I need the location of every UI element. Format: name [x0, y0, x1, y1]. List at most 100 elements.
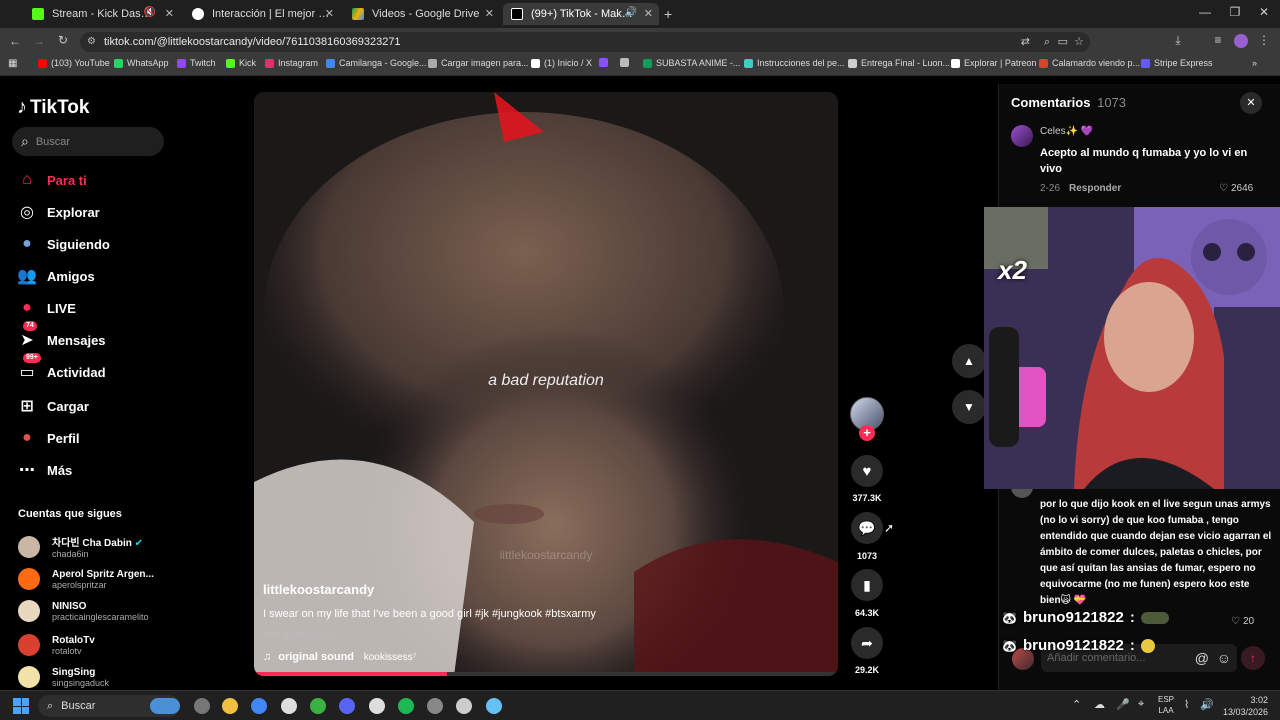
following-account[interactable]: SingSing singsingaduck — [18, 666, 109, 688]
download-icon[interactable]: ⤓ — [1170, 33, 1186, 48]
bookmark-item[interactable]: Explorar | Patreon — [951, 58, 1036, 68]
zoom-icon[interactable]: ⌕ — [1044, 32, 1050, 52]
audio-playing-icon[interactable]: 🔊 — [625, 7, 637, 18]
tray-overflow-icon[interactable]: ⌃ — [1072, 698, 1081, 711]
previous-video-button[interactable]: ▲ — [952, 344, 986, 378]
reload-icon[interactable]: ↻ — [56, 33, 70, 47]
forward-icon[interactable]: → — [32, 34, 46, 48]
search-input[interactable]: ⌕ Buscar — [12, 127, 164, 156]
comment-like[interactable]: ♡ 2646 — [1219, 183, 1253, 194]
reading-list-icon[interactable]: ≡ — [1210, 33, 1226, 47]
video-caption[interactable]: I swear on my life that I've been a good… — [263, 608, 823, 620]
nav-item-live[interactable]: ● LIVE — [17, 298, 76, 318]
post-comment-button[interactable]: ↑ — [1241, 646, 1265, 670]
nav-item-más[interactable]: ⋯ Más — [17, 460, 72, 480]
tab-close-icon[interactable]: ✕ — [644, 7, 653, 20]
chrome-icon[interactable] — [251, 698, 267, 714]
system-clock[interactable]: 3:02 13/03/2026 — [1222, 694, 1268, 718]
bookmark-item[interactable]: Entrega Final - Luon... — [848, 58, 950, 68]
translate-icon[interactable]: ⇄ — [1021, 32, 1030, 52]
settings-icon[interactable] — [194, 698, 210, 714]
video-author[interactable]: littlekoostarcandy — [263, 582, 374, 597]
obs-icon[interactable] — [281, 698, 297, 714]
windows-start-icon[interactable] — [13, 698, 29, 714]
tab-tiktok[interactable]: (99+) TikTok - Make Your Da 🔊 ✕ — [503, 3, 659, 25]
nav-item-perfil[interactable]: ● Perfil — [17, 428, 79, 448]
profile-avatar-icon[interactable] — [1234, 34, 1248, 48]
following-account[interactable]: 차다빈 Cha Dabin ✔ chada6in — [18, 534, 143, 559]
bookmark-item[interactable]: Twitch — [177, 58, 216, 68]
following-account[interactable]: RotaloTv rotalotv — [18, 634, 95, 656]
volume-icon[interactable]: 🔊 — [1200, 698, 1214, 711]
tab-close-icon[interactable]: ✕ — [325, 7, 334, 20]
reply-link[interactable]: Responder — [1069, 183, 1121, 194]
bookmark-item[interactable]: Stripe Express — [1141, 58, 1213, 68]
cast-icon[interactable]: ▭ — [1058, 32, 1068, 52]
tab-close-icon[interactable]: ✕ — [485, 7, 494, 20]
steam-icon[interactable] — [486, 698, 502, 714]
commenter-avatar[interactable] — [1011, 125, 1033, 147]
bookmark-item[interactable] — [620, 58, 633, 67]
discord-icon[interactable] — [339, 698, 355, 714]
weather-icon[interactable] — [150, 698, 180, 714]
following-account[interactable]: NINISO practicainglescaramelito — [18, 600, 149, 622]
save-button[interactable]: ▮ — [851, 569, 883, 601]
nav-item-actividad[interactable]: ▭ Actividad 99+ — [17, 353, 106, 382]
sound-link[interactable]: ♫ original sound - kookissess⁷ — [263, 651, 416, 663]
nav-item-para-ti[interactable]: ⌂ Para ti — [17, 170, 87, 190]
translate-link[interactable]: Ver traducción — [263, 629, 333, 641]
next-video-button[interactable]: ▼ — [952, 390, 986, 424]
new-tab-button[interactable]: + — [664, 6, 672, 22]
bookmark-star-icon[interactable]: ☆ — [1074, 32, 1084, 52]
bookmark-item[interactable] — [599, 58, 612, 67]
microphone-icon[interactable]: 🎤 — [1116, 698, 1130, 711]
tab-close-icon[interactable]: ✕ — [165, 7, 174, 20]
comment-button[interactable]: 💬 — [851, 512, 883, 544]
minimize-button[interactable]: — — [1197, 5, 1213, 19]
progress-track[interactable] — [254, 672, 838, 676]
nav-item-siguiendo[interactable]: ● Siguiendo — [17, 234, 110, 254]
site-info-icon[interactable]: ⚙ — [87, 32, 96, 52]
bookmark-item[interactable]: Instagram — [265, 58, 318, 68]
browser-menu-icon[interactable]: ⋮ — [1258, 33, 1270, 47]
wifi-icon[interactable]: ⌇ — [1184, 698, 1189, 711]
app-icon[interactable] — [369, 698, 385, 714]
bookmark-item[interactable]: Kick — [226, 58, 256, 68]
bookmark-item[interactable]: Instrucciones del pe... — [744, 58, 845, 68]
apps-grid-icon[interactable]: ▦ — [8, 58, 17, 69]
network-icon[interactable]: ☁ — [1094, 698, 1105, 711]
xbox-icon[interactable] — [310, 698, 326, 714]
follow-plus-button[interactable]: + — [859, 425, 875, 441]
spotify-icon[interactable] — [398, 698, 414, 714]
share-button[interactable]: ➦ — [851, 627, 883, 659]
nav-item-explorar[interactable]: ◎ Explorar — [17, 202, 100, 222]
following-account[interactable]: Aperol Spritz Argen... aperolspritzar — [18, 568, 154, 590]
tiktok-logo[interactable]: ♪ TikTok — [17, 96, 89, 119]
language-indicator[interactable]: ESP LAA — [1158, 694, 1174, 716]
video-player[interactable]: a bad reputation littlekoostarcandy litt… — [254, 92, 838, 676]
bookmark-item[interactable]: (1) Inicio / X — [531, 58, 592, 68]
bookmark-item[interactable]: WhatsApp — [114, 58, 169, 68]
app-icon[interactable] — [427, 698, 443, 714]
bookmark-item[interactable]: SUBASTA ANIME -... — [643, 58, 740, 68]
like-button[interactable]: ♥ — [851, 455, 883, 487]
muted-icon[interactable]: 🔇 — [144, 7, 156, 18]
back-icon[interactable]: ← — [8, 34, 22, 48]
emoji-icon[interactable]: ☺ — [1217, 644, 1231, 672]
maximize-button[interactable]: ❐ — [1227, 5, 1243, 19]
tab-google-drive[interactable]: Videos - Google Drive ✕ — [344, 3, 500, 25]
bookmark-item[interactable]: Camilanga - Google... — [326, 58, 427, 68]
close-comments-button[interactable]: ✕ — [1240, 92, 1262, 114]
commenter-name[interactable]: Celes✨ 💜 — [1040, 126, 1093, 137]
nav-item-mensajes[interactable]: ➤ Mensajes 74 — [17, 321, 106, 350]
nav-item-cargar[interactable]: ⊞ Cargar — [17, 396, 89, 416]
nav-item-amigos[interactable]: 👥 Amigos — [17, 266, 95, 286]
tab-kick-dashboard[interactable]: Stream - Kick Dashboard 🔇 ✕ — [24, 3, 180, 25]
file-explorer-icon[interactable] — [222, 698, 238, 714]
tab-interaccion[interactable]: Interacción | El mejor software pa ✕ — [184, 3, 340, 25]
more-bookmarks-icon[interactable]: » — [1252, 58, 1257, 68]
bookmark-item[interactable]: (103) YouTube — [38, 58, 110, 68]
comment-like[interactable]: ♡ 20 — [1231, 616, 1254, 627]
location-icon[interactable]: ⌖ — [1138, 698, 1144, 711]
close-window-button[interactable]: ✕ — [1256, 5, 1272, 19]
